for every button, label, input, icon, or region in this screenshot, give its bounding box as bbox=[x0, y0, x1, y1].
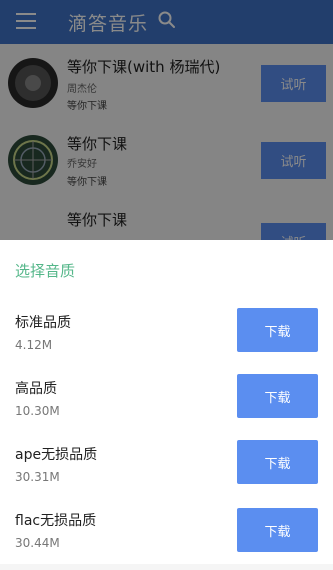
quality-name: flac无损品质 bbox=[15, 513, 97, 529]
sheet-title: 选择音质 bbox=[15, 262, 76, 280]
quality-option-ape-lossless: ape无损品质 30.31M 下载 bbox=[0, 440, 333, 504]
dim-overlay[interactable] bbox=[0, 0, 333, 240]
quality-size: 30.31M bbox=[15, 470, 60, 484]
download-button[interactable]: 下载 bbox=[237, 508, 318, 552]
quality-option-high: 高品质 10.30M 下载 bbox=[0, 374, 333, 438]
download-button[interactable]: 下载 bbox=[237, 440, 318, 484]
download-button[interactable]: 下载 bbox=[237, 374, 318, 418]
quality-name: 标准品质 bbox=[15, 315, 71, 331]
quality-size: 4.12M bbox=[15, 338, 53, 352]
quality-option-standard: 标准品质 4.12M 下载 bbox=[0, 308, 333, 372]
quality-option-flac-lossless: flac无损品质 30.44M 下载 bbox=[0, 508, 333, 570]
quality-name: ape无损品质 bbox=[15, 447, 98, 463]
download-button[interactable]: 下载 bbox=[237, 308, 318, 352]
quality-size: 10.30M bbox=[15, 404, 60, 418]
quality-bottom-sheet: 选择音质 标准品质 4.12M 下载 高品质 10.30M 下载 ape无损品质… bbox=[0, 240, 333, 564]
quality-name: 高品质 bbox=[15, 381, 57, 397]
quality-size: 30.44M bbox=[15, 536, 60, 550]
